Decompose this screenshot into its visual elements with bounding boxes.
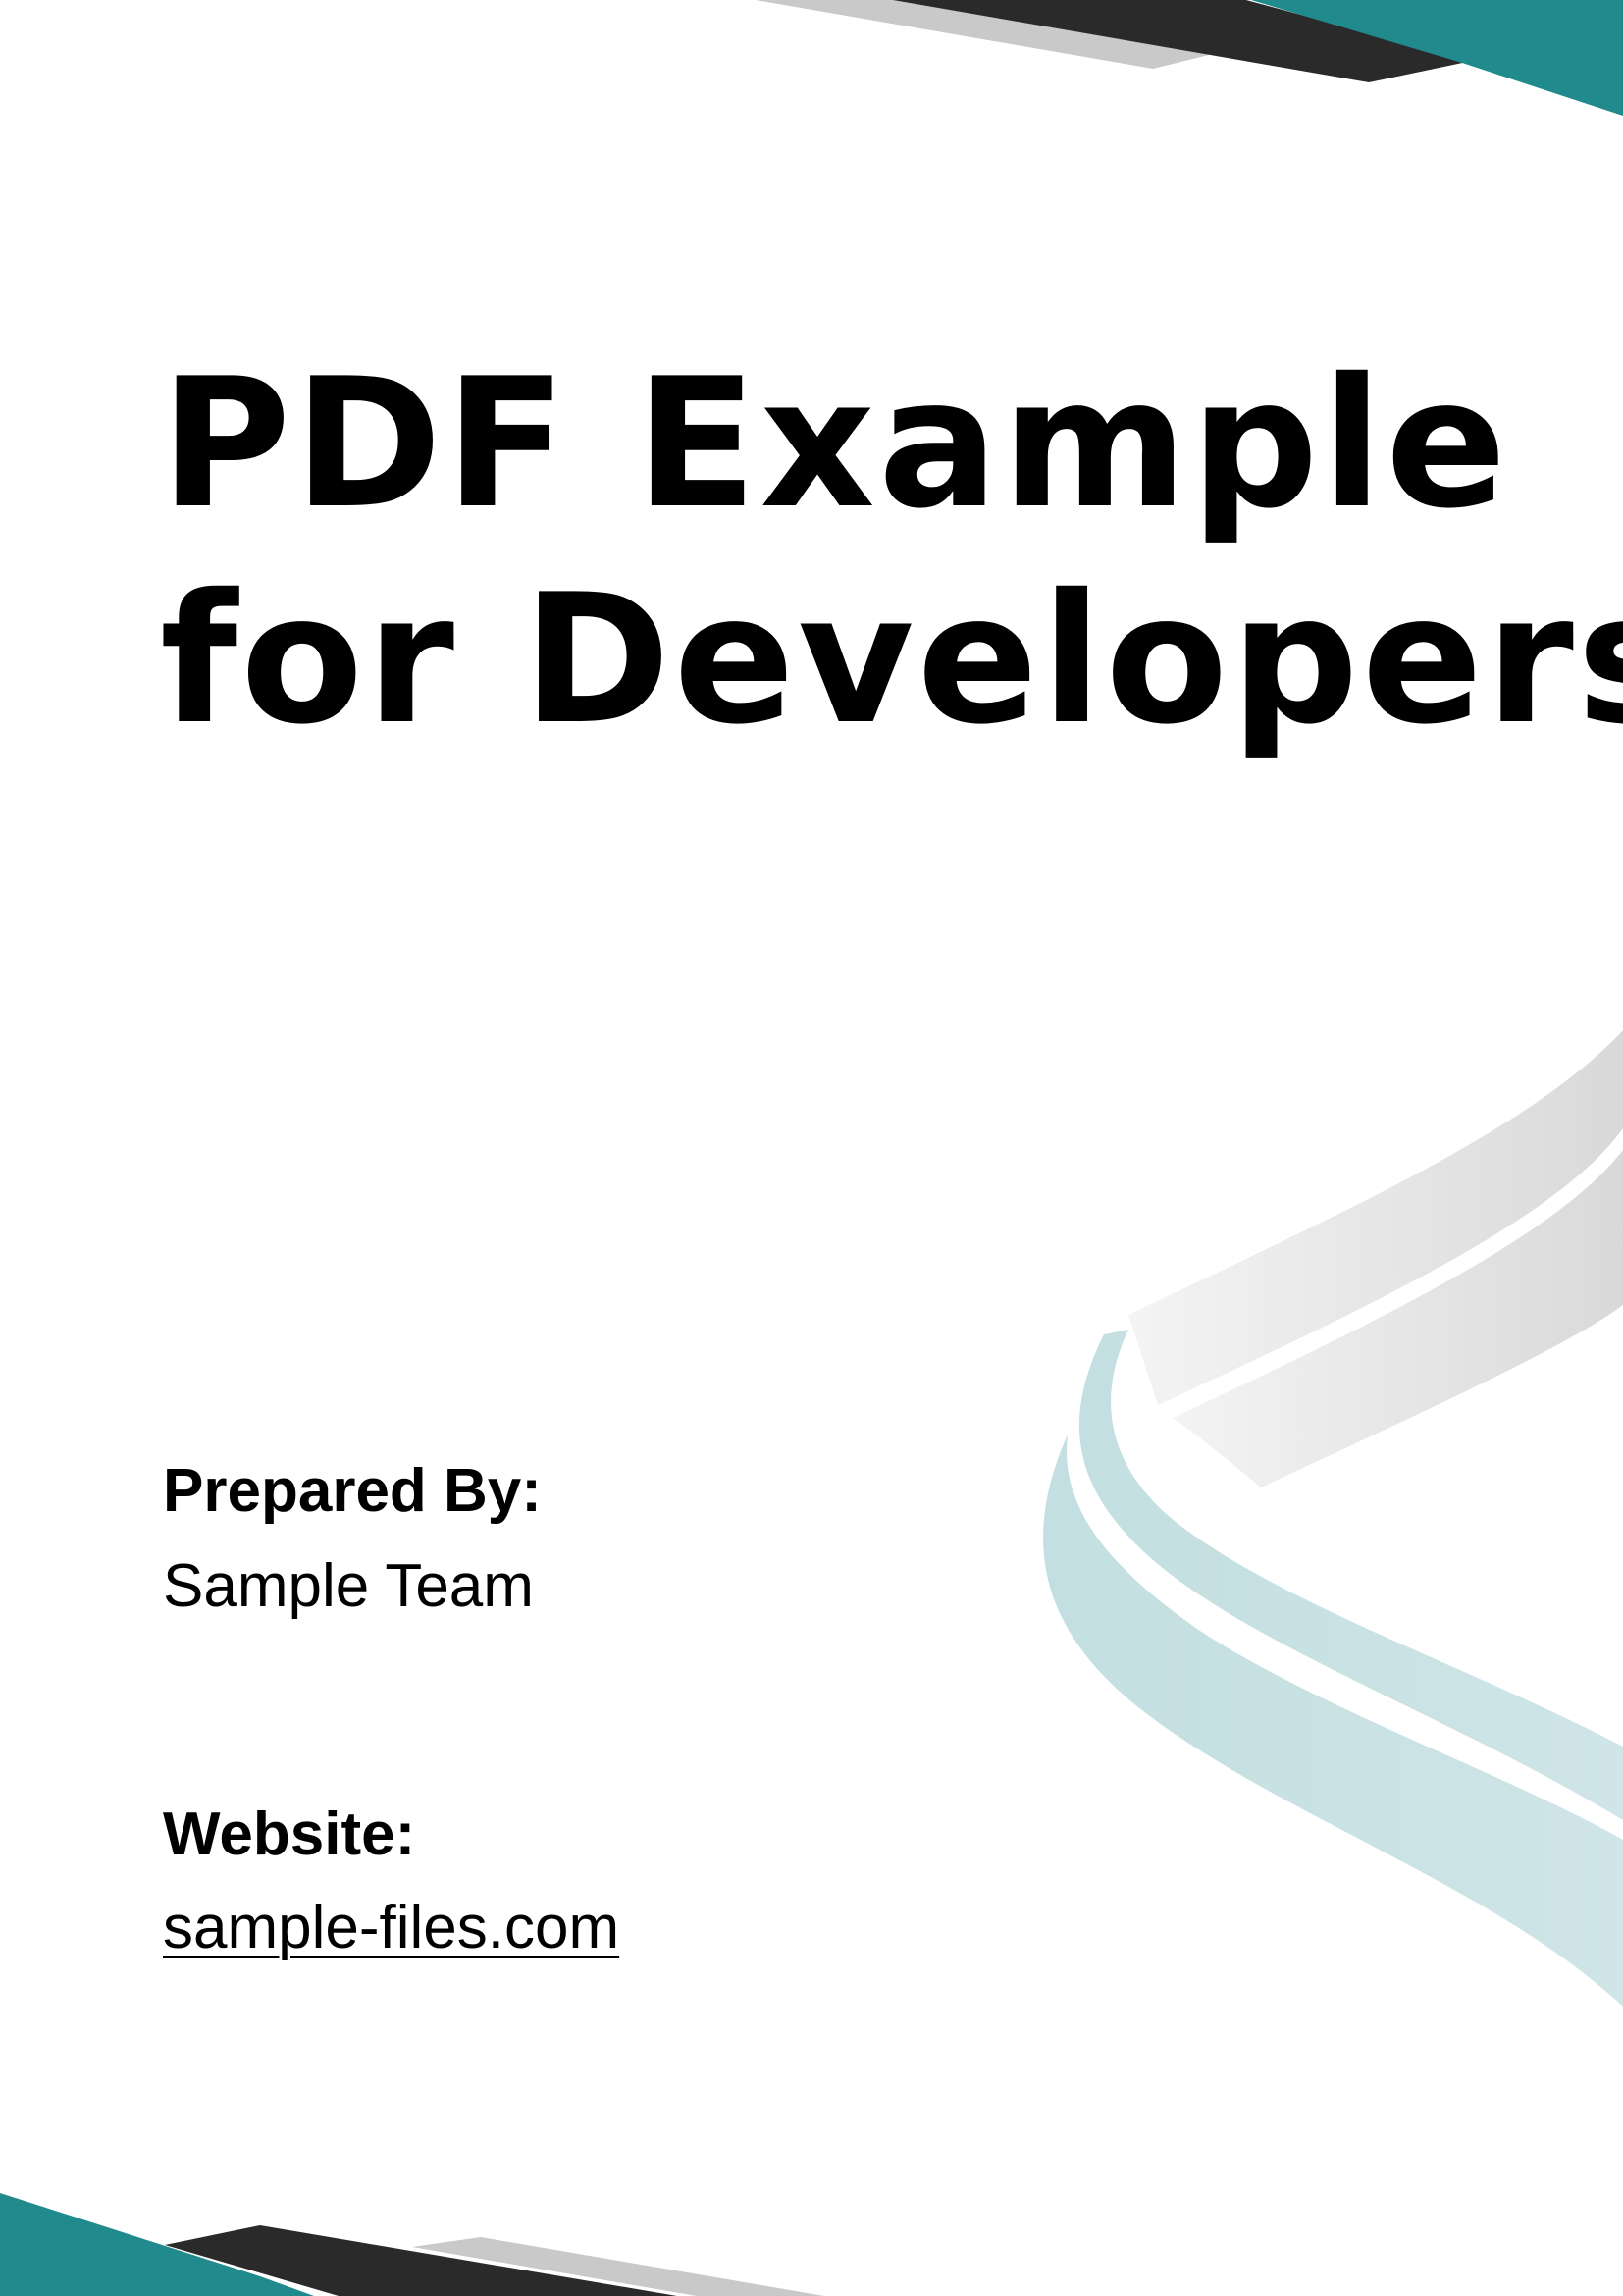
prepared-by-value: Sample Team [163, 1552, 534, 1620]
prepared-by-label: Prepared By: [163, 1457, 542, 1525]
website-link[interactable]: sample-files.com [163, 1892, 619, 1964]
title-line-1: PDF Example [160, 339, 1510, 548]
document-title: PDF Example for Developers [160, 336, 1623, 767]
website-label: Website: [163, 1800, 416, 1868]
document-page: PDF Example for Developers Prepared By: … [0, 0, 1623, 2296]
title-line-2: for Developers [160, 555, 1623, 763]
